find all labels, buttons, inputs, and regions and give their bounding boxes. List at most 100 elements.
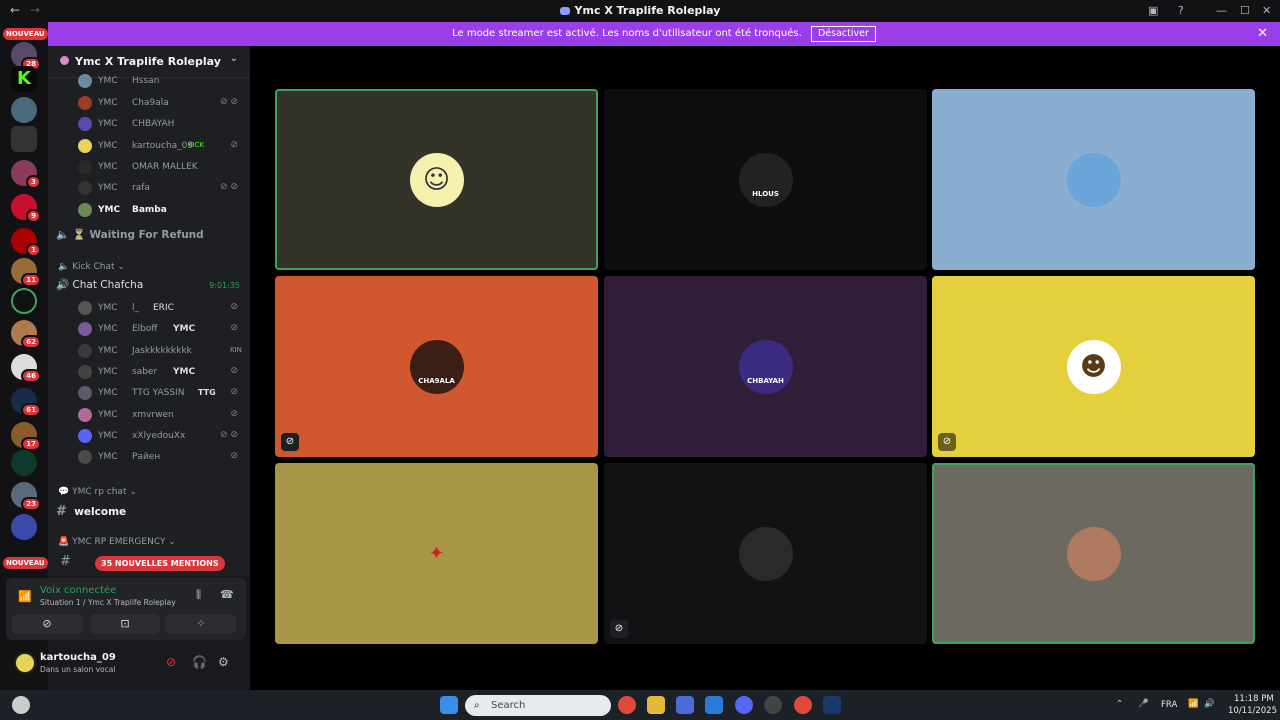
server-icon[interactable]: 28 xyxy=(11,42,41,71)
close-window-icon[interactable]: ✕ xyxy=(1262,4,1271,17)
voice-member[interactable]: YMC CHBAYAH xyxy=(78,114,248,134)
category-kick-chat[interactable]: 🔈 Kick Chat ⌄ xyxy=(58,262,125,272)
disable-streamer-button[interactable]: Désactiver xyxy=(810,26,876,42)
gear-icon[interactable]: ⚙ xyxy=(218,655,229,669)
participant-avatar xyxy=(1066,152,1121,207)
maximize-icon[interactable]: ☐ xyxy=(1240,4,1250,17)
participant-tile[interactable]: ⊘ xyxy=(604,463,927,644)
language-indicator[interactable]: FRA xyxy=(1161,700,1177,710)
participant-tile[interactable] xyxy=(932,89,1255,270)
server-icon[interactable]: 62 xyxy=(11,320,41,349)
microphone-icon[interactable]: 🎤 xyxy=(1138,699,1149,709)
voice-member[interactable]: YMC xXlyedouXx ⊘ ⊘ xyxy=(78,426,248,446)
speaker-icon: 🔈 xyxy=(58,262,70,272)
new-servers-pill-bottom[interactable]: NOUVEAU xyxy=(3,557,48,569)
chrome-icon[interactable] xyxy=(794,696,812,714)
app-icon[interactable] xyxy=(764,696,782,714)
voice-member[interactable]: YMC Cha9ala ⊘ ⊘ xyxy=(78,93,248,113)
participant-tile[interactable]: ☺ xyxy=(275,89,598,270)
taskbar-search[interactable]: ⌕ Search xyxy=(465,695,611,716)
discord-taskbar-icon[interactable] xyxy=(735,696,753,714)
clock-time[interactable]: 11:18 PM xyxy=(1234,694,1274,704)
voice-member[interactable]: YMC Elboff YMC ⊘ xyxy=(78,319,248,339)
server-icon[interactable] xyxy=(11,288,37,314)
edge-icon[interactable] xyxy=(705,696,723,714)
close-banner-icon[interactable]: ✕ xyxy=(1257,22,1268,46)
server-icon[interactable]: 17 xyxy=(11,422,41,451)
inbox-icon[interactable]: ▣ xyxy=(1148,4,1158,17)
participant-avatar: ✦ xyxy=(428,543,445,564)
voice-member[interactable]: YMC rafa ⊘ ⊘ xyxy=(78,178,248,198)
minimize-icon[interactable]: — xyxy=(1216,4,1227,17)
help-icon[interactable]: ? xyxy=(1178,4,1184,17)
server-icon[interactable]: 61 xyxy=(11,388,41,417)
voice-channel-waiting[interactable]: 🔈 ⏳ Waiting For Refund xyxy=(56,228,246,250)
voice-member[interactable]: YMC xmvrwen ⊘ xyxy=(78,405,248,425)
participant-tile[interactable]: CHA9ALA ⊘ xyxy=(275,276,598,457)
kick-server-icon[interactable]: K xyxy=(11,66,37,92)
new-servers-pill[interactable]: NOUVEAU xyxy=(3,28,48,40)
participant-tile[interactable]: CHBAYAH xyxy=(604,276,927,457)
voice-status[interactable]: Voix connectée xyxy=(40,585,116,596)
voice-location[interactable]: Situation 1 / Ymc X Traplife Roleplay xyxy=(40,598,176,607)
muted-icon: ⊘ xyxy=(230,451,238,461)
voice-member[interactable]: YMC kartoucha_09 KICK ⊘ xyxy=(78,136,248,156)
category-emergency[interactable]: 🚨 YMC RP EMERGENCY ⌄ xyxy=(58,537,176,547)
file-explorer-icon[interactable] xyxy=(647,696,665,714)
voice-stage: ☺ HLOUS CHA9ALA ⊘ CHBAYAH ☻ ⊘ ✦ ⊘ xyxy=(250,46,1280,690)
voice-member[interactable]: YMC l_ ERIC ⊘ xyxy=(78,298,248,318)
participant-tile[interactable]: ☻ ⊘ xyxy=(932,276,1255,457)
server-icon[interactable] xyxy=(11,126,37,152)
voice-member[interactable]: YMC Bamba xyxy=(78,200,248,220)
voice-member[interactable]: YMC Jaskkkkkkkkk KIN xyxy=(78,341,248,361)
store-icon[interactable] xyxy=(676,696,694,714)
wifi-icon[interactable]: 📶 xyxy=(1188,699,1199,709)
server-icon[interactable]: 3 xyxy=(11,160,41,189)
server-icon[interactable]: 46 xyxy=(11,354,41,383)
chrome-icon[interactable] xyxy=(618,696,636,714)
participant-tile[interactable]: HLOUS xyxy=(604,89,927,270)
participant-tile[interactable] xyxy=(932,463,1255,644)
windows-taskbar: ⌕ Search ⌃ 🎤 FRA 📶 🔊 11:18 PM 10/11/2025 xyxy=(0,690,1280,720)
server-icon[interactable] xyxy=(11,450,37,476)
widgets-icon[interactable] xyxy=(12,696,30,714)
text-channel-welcome[interactable]: # welcome xyxy=(56,504,246,526)
voice-member[interactable]: YMC saber YMC ⊘ xyxy=(78,362,248,382)
server-icon[interactable]: 1 xyxy=(11,228,41,257)
avatar[interactable] xyxy=(14,652,36,674)
server-icon[interactable]: 9 xyxy=(11,194,41,223)
user-panel: kartoucha_09 Dans un salon vocal ⊘ 🎧 ⚙ xyxy=(6,644,246,684)
server-icon[interactable]: 23 xyxy=(11,482,41,511)
activities-button[interactable]: ⁘ xyxy=(166,614,236,634)
screen-share-button[interactable]: ⊡ xyxy=(90,614,160,634)
chevron-down-icon[interactable]: ⌄ xyxy=(230,53,238,64)
voice-connection-panel: 📶 Voix connectée Situation 1 / Ymc X Tra… xyxy=(6,578,246,640)
category-rp-chat[interactable]: 💬 YMC rp chat ⌄ xyxy=(58,487,137,497)
headphones-icon[interactable]: 🎧 xyxy=(192,655,207,669)
new-mentions-pill[interactable]: 35 NOUVELLES MENTIONS xyxy=(95,556,225,571)
start-icon[interactable] xyxy=(440,696,458,714)
voice-member[interactable]: YMC TTG YASSIN TTG ⊘ xyxy=(78,383,248,403)
server-icon[interactable] xyxy=(11,514,37,540)
server-icon[interactable] xyxy=(11,97,37,123)
voice-channel-chat-chafcha[interactable]: 🔊 Chat Chafcha 9:01:35 xyxy=(56,278,246,300)
mic-muted-icon[interactable]: ⊘ xyxy=(166,655,176,669)
muted-deafened-icons: ⊘ ⊘ xyxy=(220,97,238,107)
clock-date[interactable]: 10/11/2025 xyxy=(1228,706,1277,716)
volume-icon[interactable]: 🔊 xyxy=(1204,699,1215,709)
voice-member[interactable]: YMC OMAR MALLEK xyxy=(78,157,248,177)
avatar xyxy=(78,322,92,336)
camera-off-button[interactable]: ⊘ xyxy=(12,614,82,634)
show-hidden-icons[interactable]: ⌃ xyxy=(1116,699,1123,709)
noise-suppression-icon[interactable]: ⫼ xyxy=(196,588,201,602)
steam-icon[interactable] xyxy=(823,696,841,714)
participant-tile[interactable]: ✦ xyxy=(275,463,598,644)
disconnect-icon[interactable]: ☎ xyxy=(220,588,234,601)
muted-icon: ⊘ xyxy=(230,302,238,312)
muted-icon: ⊘ xyxy=(230,323,238,333)
server-icon[interactable]: 11 xyxy=(11,258,41,287)
voice-member[interactable]: YMC Hssan xyxy=(78,71,248,91)
username[interactable]: kartoucha_09 xyxy=(40,652,116,663)
voice-member[interactable]: YMC Райен ⊘ xyxy=(78,447,248,467)
avatar xyxy=(78,301,92,315)
